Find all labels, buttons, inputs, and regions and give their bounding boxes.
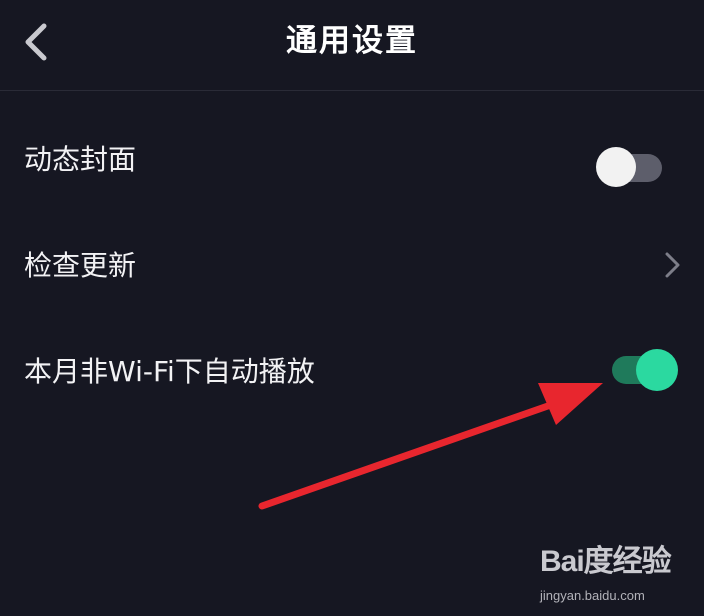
setting-row-dynamic-cover[interactable]: 动态封面 [0,108,704,214]
chevron-right-icon [665,252,680,278]
autoplay-non-wifi-toggle[interactable] [612,348,680,392]
setting-row-check-update[interactable]: 检查更新 [0,214,704,320]
watermark-url: jingyan.baidu.com [540,588,645,603]
toggle-knob [636,349,678,391]
setting-label-autoplay-non-wifi: 本月非Wi-Fi下自动播放 [24,355,315,388]
setting-label-check-update: 检查更新 [24,249,137,282]
header-bar: 通用设置 [0,0,704,91]
page-title: 通用设置 [286,23,418,59]
baidu-jingyan-watermark: Bai度经验 jingyan.baidu.com [540,540,700,612]
setting-label-dynamic-cover: 动态封面 [24,143,137,176]
dynamic-cover-toggle[interactable] [596,146,664,190]
setting-row-autoplay-non-wifi[interactable]: 本月非Wi-Fi下自动播放 [0,320,704,426]
watermark-logo: Bai度经验 [540,545,672,578]
toggle-knob [596,147,636,187]
